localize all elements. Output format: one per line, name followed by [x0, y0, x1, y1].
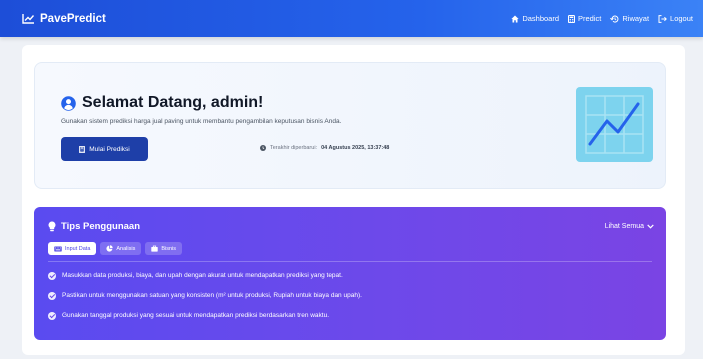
welcome-title-text: Selamat Datang, admin!	[82, 94, 264, 111]
keyboard-icon	[54, 246, 62, 251]
list-item: Pastikan untuk menggunakan satuan yang k…	[48, 290, 362, 301]
tab-input-data-label: Input Data	[65, 245, 91, 252]
tips-divider	[48, 261, 652, 262]
calculator-icon	[79, 145, 86, 153]
chart-line-icon	[22, 14, 35, 24]
calculator-icon	[568, 14, 576, 23]
tip-text: Pastikan untuk menggunakan satuan yang k…	[62, 292, 362, 299]
list-item: Masukkan data produksi, biaya, dan upah …	[48, 270, 362, 281]
nav-predict[interactable]: Predict	[568, 14, 601, 23]
list-item: Gunakan tanggal produksi yang sesuai unt…	[48, 310, 362, 321]
nav-riwayat-label: Riwayat	[622, 14, 650, 23]
check-circle-icon	[48, 271, 56, 280]
start-prediction-label: Mulai Prediksi	[89, 145, 130, 153]
main-content: Selamat Datang, admin! Gunakan sistem pr…	[22, 45, 685, 355]
start-prediction-button[interactable]: Mulai Prediksi	[61, 137, 148, 161]
check-circle-icon	[48, 291, 56, 300]
tip-list: Masukkan data produksi, biaya, dan upah …	[48, 270, 362, 330]
tips-title-text: Tips Penggunaan	[61, 221, 141, 232]
nav-dashboard-label: Dashboard	[522, 14, 560, 23]
tab-input-data[interactable]: Input Data	[48, 242, 97, 255]
chart-illustration	[576, 87, 653, 162]
top-navbar: PavePredict Dashboard Predict Riwayat Lo…	[0, 0, 703, 37]
clock-icon	[260, 145, 266, 151]
nav-predict-label: Predict	[578, 14, 602, 23]
chevron-down-icon	[647, 224, 654, 229]
tab-analisis-label: Analisis	[116, 245, 136, 252]
last-updated-label: Terakhir diperbarui:	[270, 145, 318, 151]
nav-riwayat[interactable]: Riwayat	[610, 14, 649, 23]
check-circle-icon	[48, 311, 56, 320]
tips-tabs: Input Data Analisis Bisnis	[48, 242, 183, 255]
history-icon	[610, 15, 619, 23]
nav-dashboard[interactable]: Dashboard	[511, 14, 559, 23]
home-icon	[511, 15, 519, 22]
last-updated-value: 04 Agustus 2025, 13:37:48	[321, 145, 390, 151]
welcome-card: Selamat Datang, admin! Gunakan sistem pr…	[34, 62, 666, 189]
tips-heading: Tips Penggunaan	[48, 221, 140, 232]
brand-name: PavePredict	[40, 12, 106, 25]
tab-bisnis[interactable]: Bisnis	[145, 242, 183, 255]
tip-text: Masukkan data produksi, biaya, dan upah …	[62, 272, 343, 279]
welcome-heading: Selamat Datang, admin!	[61, 94, 263, 112]
lightbulb-icon	[48, 221, 56, 232]
logout-icon	[658, 14, 667, 23]
see-all-label: Lihat Semua	[604, 223, 644, 230]
last-updated: Terakhir diperbarui: 04 Agustus 2025, 13…	[260, 145, 389, 151]
tip-text: Gunakan tanggal produksi yang sesuai unt…	[62, 312, 330, 319]
tab-analisis[interactable]: Analisis	[100, 242, 142, 255]
welcome-subtitle: Gunakan sistem prediksi harga jual pavin…	[61, 118, 342, 125]
pie-chart-icon	[106, 245, 114, 252]
nav-logout[interactable]: Logout	[658, 14, 693, 23]
brand-logo[interactable]: PavePredict	[22, 13, 106, 25]
briefcase-icon	[151, 245, 159, 252]
user-circle-icon	[61, 95, 76, 111]
tab-bisnis-label: Bisnis	[161, 245, 177, 252]
see-all-link[interactable]: Lihat Semua	[605, 223, 654, 230]
nav-links: Dashboard Predict Riwayat Logout	[511, 14, 693, 23]
tips-card: Tips Penggunaan Lihat Semua Input Data A…	[34, 207, 666, 340]
trend-chart-icon	[585, 95, 644, 154]
nav-logout-label: Logout	[670, 14, 693, 23]
